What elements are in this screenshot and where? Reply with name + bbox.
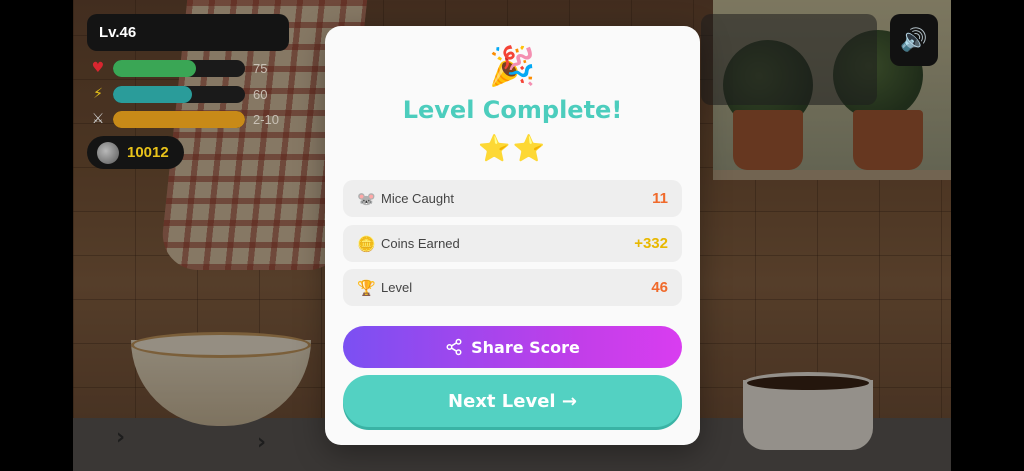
- row-label: Level: [381, 280, 413, 295]
- row-label: Coins Earned: [381, 236, 460, 251]
- coin-icon: 🪙: [357, 235, 376, 253]
- mouse-icon: 🐭: [357, 190, 376, 208]
- next-level-button[interactable]: Next Level →: [343, 375, 682, 427]
- coin-icon: [97, 141, 119, 164]
- power-stat: ⚔ 2-10: [87, 109, 279, 129]
- row-value: +332: [634, 235, 668, 252]
- minimap: [701, 14, 877, 105]
- star-rating: ⭐⭐: [478, 134, 547, 164]
- power-value: 2-10: [253, 111, 280, 127]
- health-value: 75: [253, 60, 268, 76]
- share-score-button[interactable]: Share Score: [343, 326, 682, 368]
- level-badge: Lv.46: [87, 14, 289, 51]
- energy-value: 60: [253, 86, 268, 102]
- energy-stat: ⚡ 60: [87, 84, 267, 104]
- heart-icon: ♥: [91, 60, 105, 76]
- lightning-icon: ⚡: [93, 86, 103, 102]
- energy-bar: [113, 85, 245, 103]
- chevron-right-icon: ›: [116, 425, 126, 450]
- dialog-title: Level Complete!: [402, 96, 623, 124]
- share-label: Share Score: [471, 337, 580, 357]
- share-icon: [446, 338, 462, 356]
- party-popper-icon: 🎉: [488, 44, 537, 88]
- speaker-icon: 🔊: [900, 27, 928, 53]
- chevron-right-icon: ›: [257, 430, 267, 455]
- row-value: 46: [651, 279, 668, 296]
- power-bar: [113, 110, 245, 128]
- coin-amount: 10012: [127, 144, 169, 161]
- wand-icon: ⚔: [91, 111, 105, 127]
- level-row: 🏆 Level 46: [343, 269, 682, 306]
- level-complete-dialog: 🎉 Level Complete! ⭐⭐ 🐭 Mice Caught 11 🪙 …: [325, 26, 700, 445]
- sound-button[interactable]: 🔊: [890, 14, 938, 66]
- coins-earned-row: 🪙 Coins Earned +332: [343, 225, 682, 262]
- row-value: 11: [652, 190, 668, 207]
- trophy-icon: 🏆: [357, 279, 376, 297]
- next-label: Next Level →: [448, 390, 577, 412]
- mice-caught-row: 🐭 Mice Caught 11: [343, 180, 682, 217]
- coin-counter: 10012: [87, 136, 184, 169]
- health-bar: [113, 59, 245, 77]
- health-stat: ♥ 75: [87, 58, 267, 78]
- row-label: Mice Caught: [381, 191, 454, 206]
